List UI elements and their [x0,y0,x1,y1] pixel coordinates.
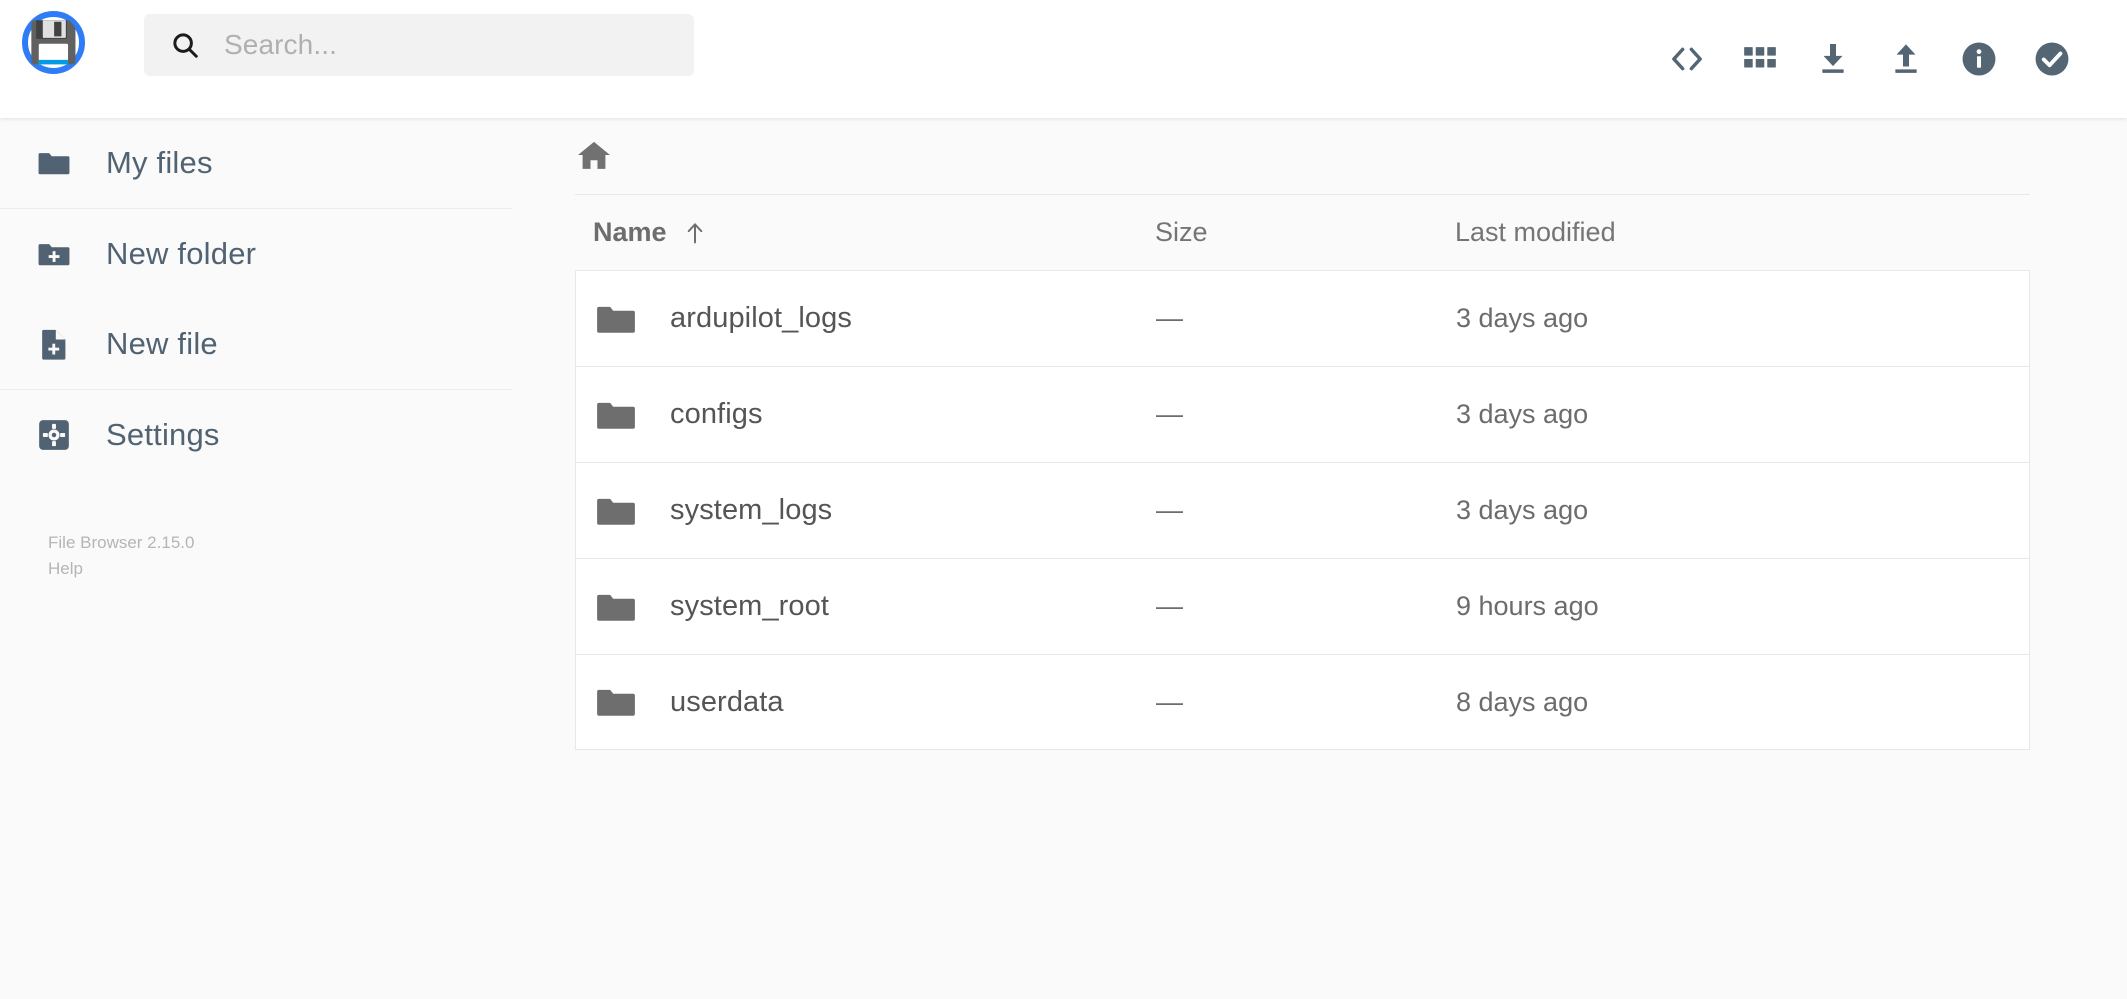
header-toolbar [1664,0,2075,118]
help-link[interactable]: Help [48,556,512,582]
row-size-cell: — [1156,591,1183,621]
top-header-bar: 💾 Search... [0,0,2127,118]
sidebar-item-new-file[interactable]: New file [0,299,512,389]
table-row[interactable]: system_root — 9 hours ago [575,558,2030,654]
row-name-cell: ardupilot_logs [576,297,1156,341]
column-header-name[interactable]: Name [575,217,1155,248]
row-size-cell: — [1156,399,1183,429]
app-logo[interactable]: 💾 [22,11,85,74]
row-name-text: system_logs [670,494,833,526]
folder-icon [594,489,638,533]
table-row[interactable]: configs — 3 days ago [575,366,2030,462]
folder-icon [594,393,638,437]
folder-icon [594,297,638,341]
column-header-size[interactable]: Size [1155,217,1455,248]
sidebar-group-create: New folder New file [0,209,512,390]
sidebar-group-files: My files [0,118,512,209]
table-body: ardupilot_logs — 3 days ago configs — 3 … [575,270,2030,750]
breadcrumb [512,118,2127,194]
row-name-text: system_root [670,590,830,622]
row-modified-cell: 3 days ago [1456,303,1589,333]
home-icon[interactable] [575,137,613,175]
code-brackets-icon[interactable] [1664,36,1710,82]
floppy-disk-icon: 💾 [28,20,79,65]
column-header-name-label: Name [593,217,667,247]
app-version-text: File Browser 2.15.0 [48,533,195,552]
row-name-cell: configs [576,393,1156,437]
row-modified-cell: 9 hours ago [1456,591,1599,621]
row-modified-cell: 3 days ago [1456,495,1589,525]
row-modified-cell: 8 days ago [1456,686,1589,717]
info-circle-icon[interactable] [1956,36,2002,82]
file-plus-icon [36,326,72,362]
sort-ascending-icon [687,222,702,243]
table-header-row: Name Size Last modified [575,194,2030,270]
main-content: Name Size Last modified ardupilot_logs —… [512,118,2127,999]
row-name-text: configs [670,398,763,430]
row-name-cell: system_root [576,585,1156,629]
sidebar-item-label: Settings [106,417,220,452]
download-icon[interactable] [1810,36,1856,82]
row-size-cell: — [1156,303,1183,333]
sidebar-item-label: My files [106,145,213,180]
folder-plus-icon [36,236,72,272]
row-name-text: userdata [670,685,784,718]
row-name-cell: system_logs [576,489,1156,533]
search-icon [170,30,200,60]
table-row[interactable]: userdata — 8 days ago [575,654,2030,750]
table-row[interactable]: system_logs — 3 days ago [575,462,2030,558]
column-header-last-modified[interactable]: Last modified [1455,217,1755,248]
sidebar-item-new-folder[interactable]: New folder [0,209,512,299]
upload-icon[interactable] [1883,36,1929,82]
sidebar: My files New folder New file Settings Fi… [0,118,512,999]
check-circle-icon[interactable] [2029,36,2075,82]
sidebar-item-label: New file [106,326,218,361]
row-size-cell: — [1156,686,1183,717]
folder-icon [594,680,638,724]
grid-view-icon[interactable] [1737,36,1783,82]
search-placeholder-text: Search... [224,29,337,60]
row-name-text: ardupilot_logs [670,302,852,334]
row-size-cell: — [1156,495,1183,525]
folder-icon [36,145,72,181]
folder-icon [594,585,638,629]
row-name-cell: userdata [576,680,1156,724]
row-modified-cell: 3 days ago [1456,399,1589,429]
file-browser-app: 💾 Search... My files New folder New file… [0,0,2127,999]
sidebar-credits: File Browser 2.15.0 Help [0,480,512,583]
sidebar-item-my-files[interactable]: My files [0,118,512,208]
file-listing: Name Size Last modified ardupilot_logs —… [512,194,2127,750]
gear-icon [36,417,72,453]
table-row[interactable]: ardupilot_logs — 3 days ago [575,270,2030,366]
sidebar-item-label: New folder [106,236,257,271]
sidebar-group-settings: Settings [0,390,512,480]
sidebar-item-settings[interactable]: Settings [0,390,512,480]
search-input[interactable]: Search... [144,14,694,76]
